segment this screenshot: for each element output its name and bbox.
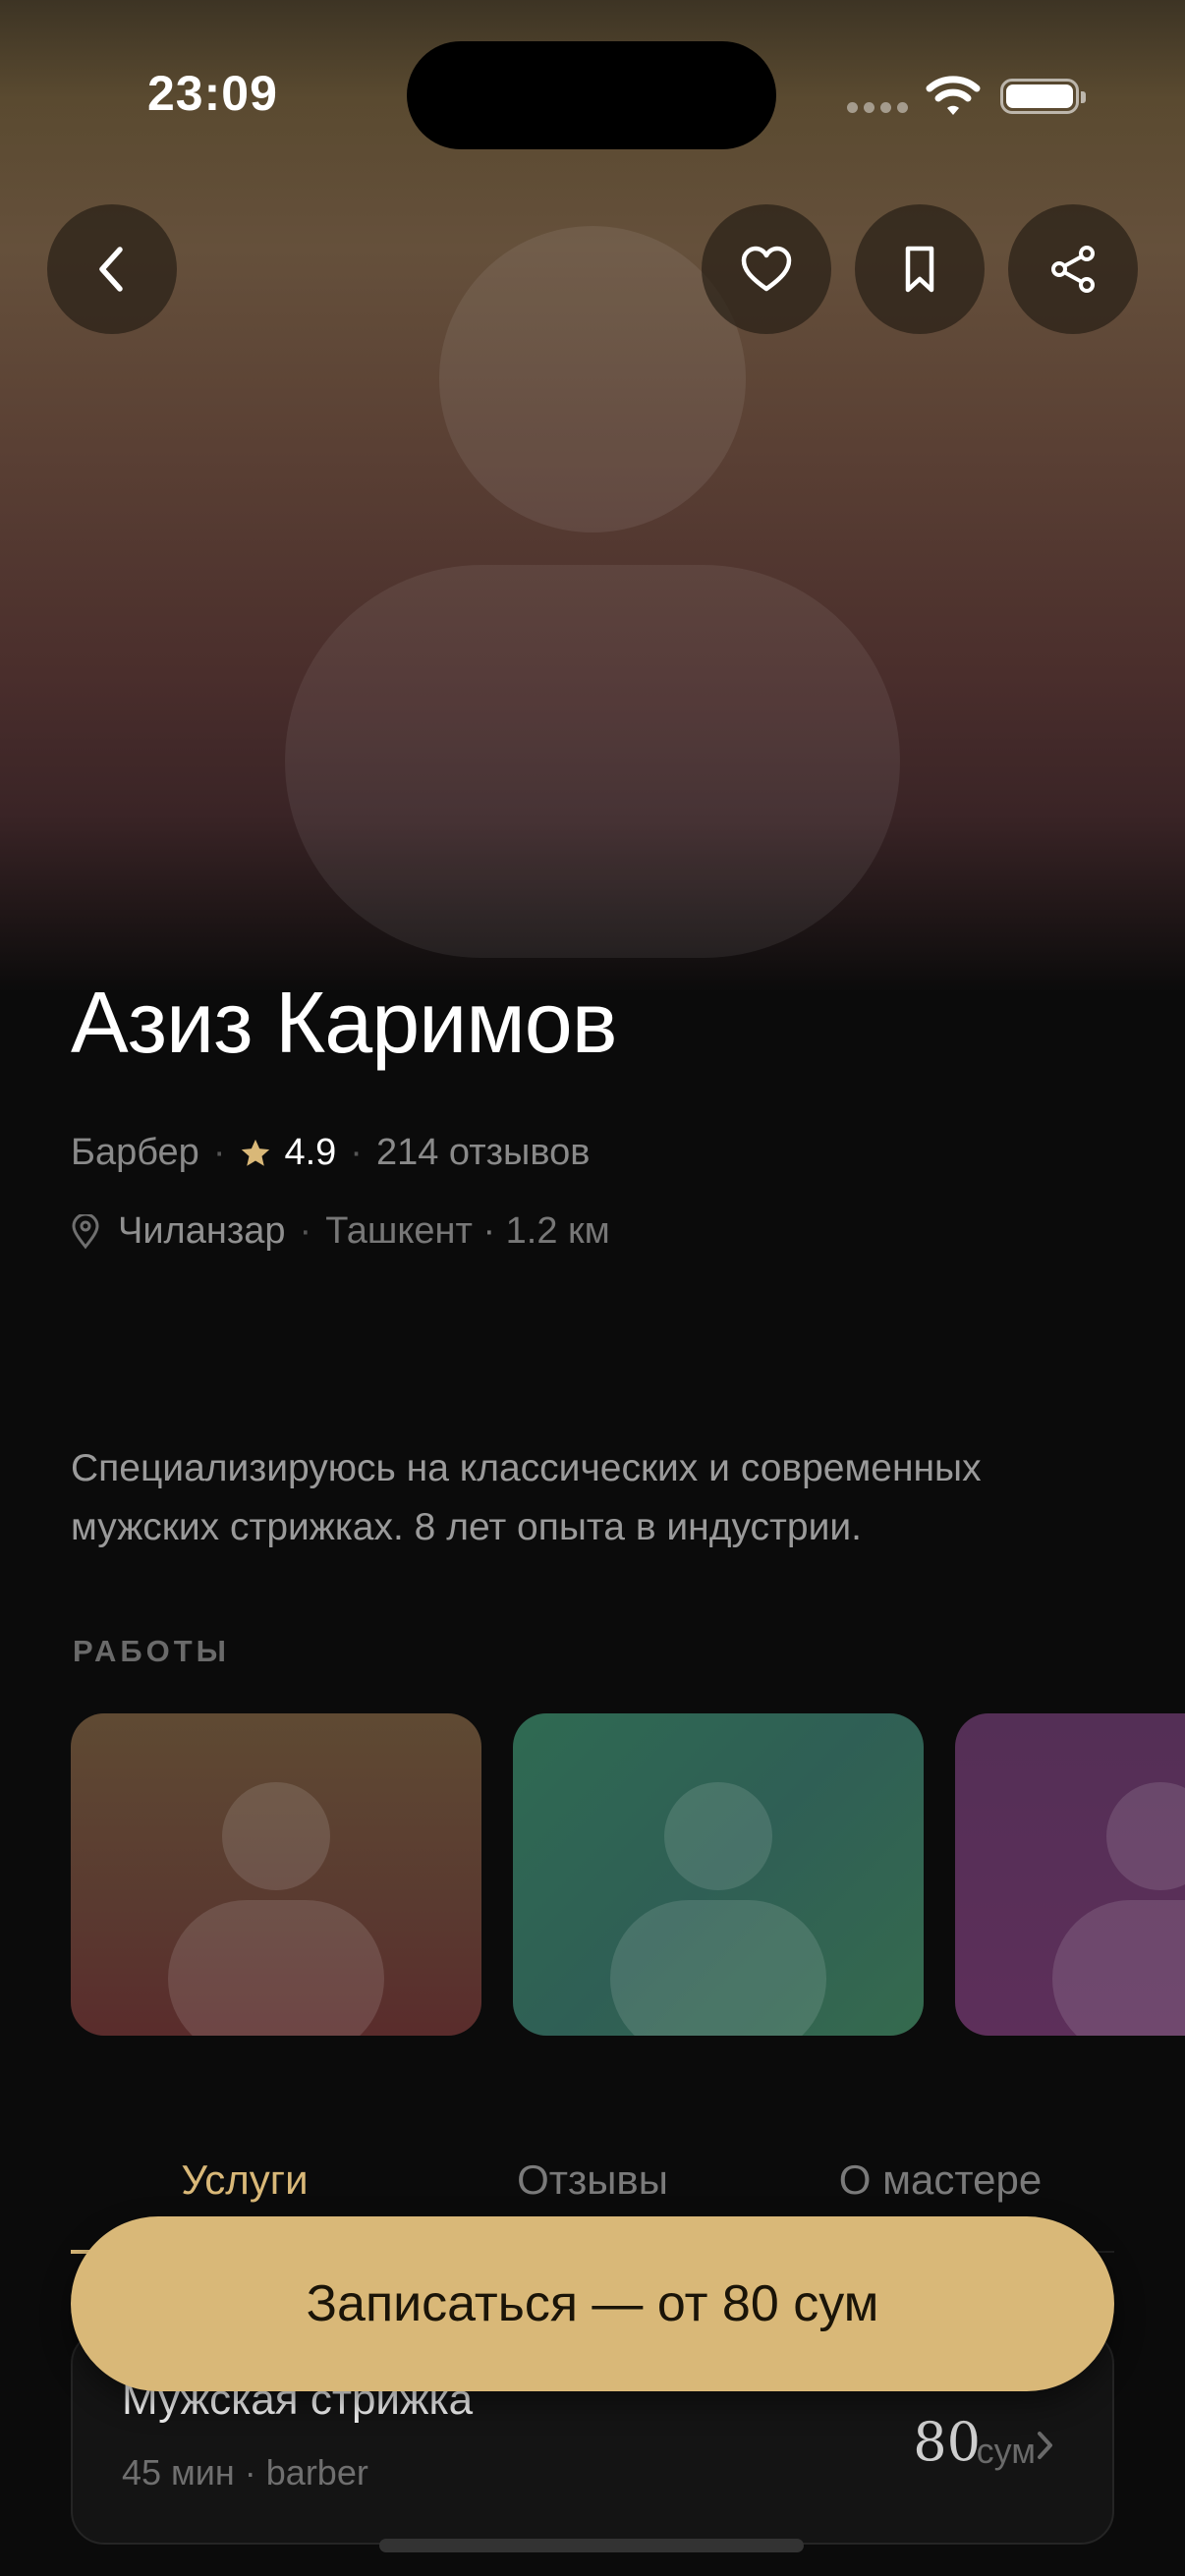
favorite-button[interactable] [702,204,831,334]
separator-dot: · [350,1132,363,1173]
battery-icon [1000,79,1086,114]
separator-dot: · [212,1132,226,1173]
location-district: Чиланзар [118,1210,286,1252]
back-button[interactable] [47,204,177,334]
bookmark-icon [905,246,934,293]
wifi-icon [926,76,981,115]
star-icon [242,1139,270,1166]
heart-icon [741,246,792,292]
service-currency: сум [976,2431,1036,2471]
service-subtitle: 45 мин · barber [122,2452,368,2492]
avatar-placeholder-body [285,565,900,958]
master-name: Азиз Каримов [71,974,617,1071]
avatar-placeholder-head [439,226,746,532]
rating-value: 4.9 [284,1132,337,1173]
separator-dot: · [299,1210,312,1252]
about-text: Специализируюсь на классических и соврем… [71,1447,982,1548]
works-section-label: РАБОТЫ [73,1634,231,1668]
chevron-left-icon [99,247,123,292]
status-time: 23:09 [147,66,278,121]
status-bar: 23:09 [0,0,1185,187]
location-city-distance: Ташкент · 1.2 км [325,1210,610,1252]
master-location: Чиланзар · Ташкент · 1.2 км [71,1210,610,1253]
work-thumbnail[interactable] [513,1713,924,2036]
share-icon [1051,246,1095,293]
tab-about[interactable]: О мастере [766,2156,1114,2204]
share-button[interactable] [1008,204,1138,334]
bookmark-button[interactable] [855,204,985,334]
location-pin-icon [72,1213,99,1249]
tab-reviews[interactable]: Отзывы [419,2156,766,2204]
work-thumbnail[interactable] [955,1713,1185,2036]
service-price: 80 [913,2411,981,2473]
master-meta: Барбер · 4.9 · 214 отзывов [71,1132,590,1174]
tab-services[interactable]: Услуги [71,2156,419,2204]
reviews-count[interactable]: 214 отзывов [376,1132,590,1174]
chevron-right-icon [1038,2432,1052,2459]
book-button[interactable]: Записаться — от 80 сум [71,2216,1114,2391]
signal-icon [847,102,908,113]
works-carousel[interactable] [71,1713,1185,2038]
dynamic-island [407,41,776,149]
home-indicator [379,2539,804,2552]
work-thumbnail[interactable] [71,1713,481,2036]
master-role: Барбер [71,1132,199,1173]
